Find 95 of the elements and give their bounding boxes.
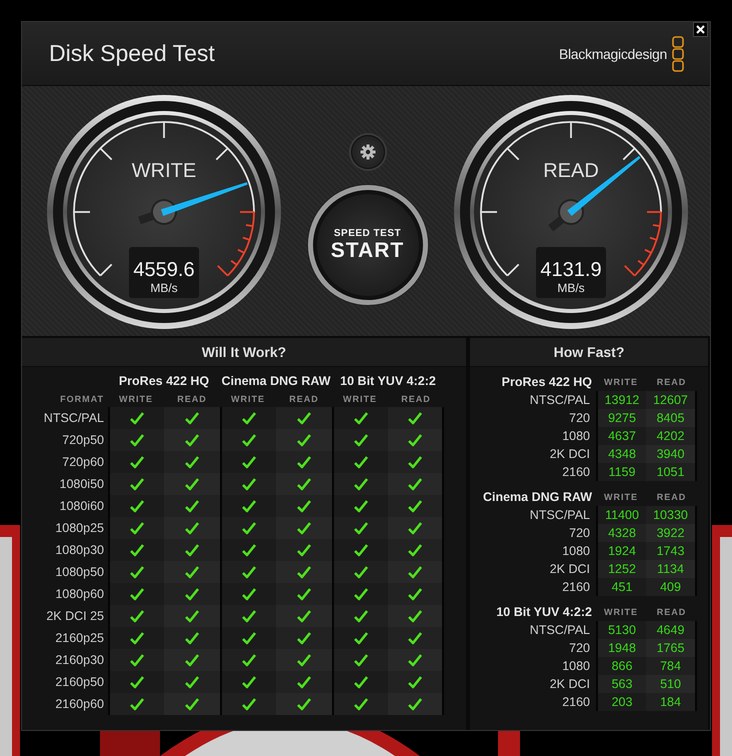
column-group-header: Cinema DNG RAW — [220, 373, 332, 390]
speed-cell: 1134 — [646, 560, 697, 578]
speed-cell: 4348 — [596, 445, 646, 463]
column-group-header: 10 Bit YUV 4:2:2 — [339, 373, 437, 390]
column-header: WRITE — [230, 393, 266, 406]
speed-cell: 4637 — [596, 427, 646, 445]
gauge-label: WRITE — [132, 160, 196, 182]
format-label: 1080p30 — [54, 542, 105, 559]
column-header: READ — [400, 393, 432, 406]
format-label: 2K DCI 25 — [45, 608, 105, 625]
speed-unit: MB/s — [150, 281, 178, 295]
readout-panel — [536, 247, 606, 298]
speed-cell: 409 — [646, 578, 697, 596]
speed-cell: 1159 — [596, 463, 646, 481]
codec-heading: 10 Bit YUV 4:2:2 — [495, 604, 593, 621]
close-button[interactable] — [693, 22, 708, 37]
codec-heading: Cinema DNG RAW — [482, 489, 593, 506]
column-header: WRITE — [118, 393, 154, 406]
speed-cell: 4649 — [646, 621, 697, 639]
format-label: 2160p60 — [54, 696, 105, 713]
column-header: WRITE — [603, 491, 639, 504]
speed-cell: 4328 — [596, 524, 646, 542]
speed-cell: 1924 — [596, 542, 646, 560]
speed-cell: 784 — [646, 657, 697, 675]
resolution-label: 1080 — [561, 543, 591, 560]
format-label: 2160p50 — [54, 674, 105, 691]
speed-cell: 5130 — [596, 621, 646, 639]
speed-cell: 1765 — [646, 639, 697, 657]
panel-title: Will It Work? — [202, 344, 286, 360]
resolution-label: NTSC/PAL — [528, 507, 591, 524]
format-label: 1080p60 — [54, 586, 105, 603]
speed-cell: 3940 — [646, 445, 697, 463]
start-button[interactable]: SPEED TEST START — [308, 185, 428, 305]
speed-value: 4559.6 — [133, 259, 195, 281]
speed-cell: 9275 — [596, 409, 646, 427]
speed-cell: 563 — [596, 675, 646, 693]
resolution-label: 2K DCI — [548, 676, 591, 693]
format-label: 720p50 — [61, 432, 105, 449]
resolution-label: 1080 — [561, 428, 591, 445]
resolution-label: 1080 — [561, 658, 591, 675]
speed-cell: 10330 — [646, 506, 697, 524]
format-label: 2160p30 — [54, 652, 105, 669]
resolution-label: 720 — [568, 640, 591, 657]
column-header: WRITE — [603, 376, 639, 389]
format-label: 1080i50 — [58, 476, 105, 493]
speed-cell: 184 — [646, 693, 697, 711]
speed-cell: 203 — [596, 693, 646, 711]
speed-cell: 12607 — [646, 391, 697, 409]
gauge-label: READ — [543, 160, 599, 182]
resolution-label: 2160 — [561, 464, 591, 481]
speed-cell: 11400 — [596, 506, 646, 524]
column-header: READ — [656, 376, 688, 389]
speed-cell: 1252 — [596, 560, 646, 578]
format-label: 720p60 — [61, 454, 105, 471]
speed-cell: 510 — [646, 675, 697, 693]
format-label: 2160p25 — [54, 630, 105, 647]
logo-icon — [672, 36, 684, 72]
speed-value: 4131.9 — [540, 259, 602, 281]
readout-panel — [129, 247, 199, 298]
format-label: 1080i60 — [58, 498, 105, 515]
column-header: READ — [656, 491, 688, 504]
codec-heading: ProRes 422 HQ — [500, 374, 593, 391]
column-header: FORMAT — [59, 393, 105, 406]
format-label: 1080p25 — [54, 520, 105, 537]
speed-cell: 8405 — [646, 409, 697, 427]
speed-cell: 1051 — [646, 463, 697, 481]
settings-button[interactable] — [350, 135, 384, 169]
speed-cell: 866 — [596, 657, 646, 675]
speed-cell: 451 — [596, 578, 646, 596]
resolution-label: 2K DCI — [548, 446, 591, 463]
resolution-label: 2160 — [561, 694, 591, 711]
resolution-label: 720 — [568, 525, 591, 542]
window-title: Disk Speed Test — [49, 40, 215, 67]
speed-cell: 1743 — [646, 542, 697, 560]
speed-cell: 13912 — [596, 391, 646, 409]
panel-title: How Fast? — [554, 344, 624, 360]
resolution-label: 2160 — [561, 579, 591, 596]
format-label: 1080p50 — [54, 564, 105, 581]
speed-cell: 3922 — [646, 524, 697, 542]
speed-unit: MB/s — [557, 281, 585, 295]
settings-icon — [360, 144, 376, 160]
column-header: READ — [656, 606, 688, 619]
resolution-label: 720 — [568, 410, 591, 427]
resolution-label: 2K DCI — [548, 561, 591, 578]
resolution-label: NTSC/PAL — [528, 392, 591, 409]
format-label: NTSC/PAL — [42, 410, 105, 427]
column-header: WRITE — [342, 393, 378, 406]
column-header: WRITE — [603, 606, 639, 619]
column-group-header: ProRes 422 HQ — [118, 373, 210, 390]
speed-cell: 1948 — [596, 639, 646, 657]
speed-cell: 4202 — [646, 427, 697, 445]
resolution-label: NTSC/PAL — [528, 622, 591, 639]
column-header: READ — [288, 393, 320, 406]
column-header: READ — [176, 393, 208, 406]
brand-name: Blackmagicdesign — [558, 46, 667, 62]
